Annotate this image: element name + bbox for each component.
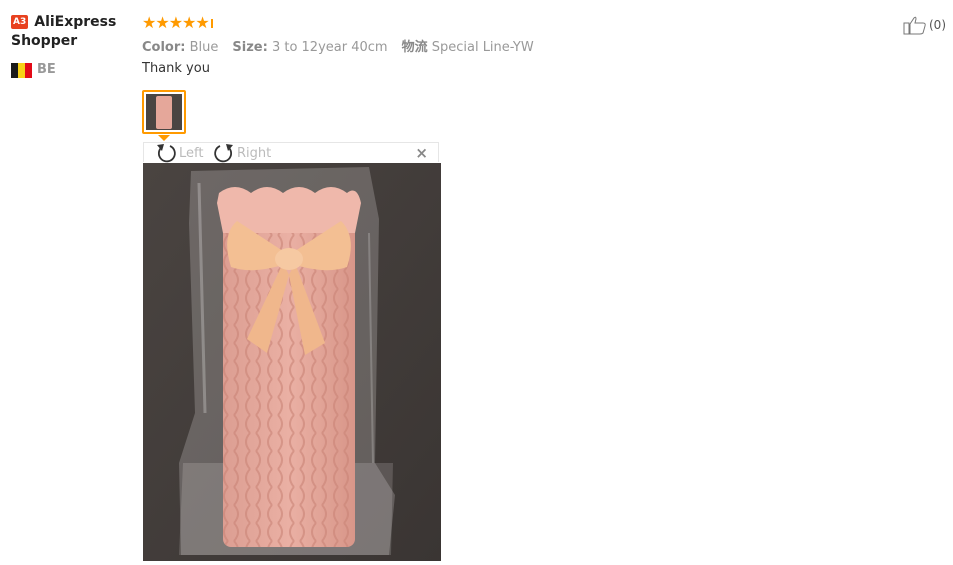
shipping-value: Special Line-YW [431, 40, 534, 55]
rotate-left-icon [157, 144, 176, 163]
review-photo-thumbnail[interactable] [142, 90, 186, 134]
rotate-left-button[interactable]: Left [154, 143, 203, 163]
product-photo-image [143, 163, 441, 561]
star-rating-tail [210, 19, 213, 28]
review-photo-large [143, 163, 441, 561]
photo-viewer-toolbar: Left Right × [143, 142, 439, 163]
reviewer-info: A3 AliExpress Shopper BE [11, 13, 136, 78]
rotate-right-button[interactable]: Right [212, 143, 271, 163]
size-label: Size: [232, 40, 268, 55]
size-value: 3 to 12year 40cm [271, 40, 388, 55]
color-label: Color: [142, 40, 186, 55]
level-badge: A3 [11, 15, 29, 29]
close-viewer-button[interactable]: × [415, 145, 428, 161]
star-rating: ★★★★★ [142, 12, 213, 32]
rotate-left-label: Left [179, 145, 204, 161]
helpful-count: (0) [929, 18, 946, 32]
country-code: BE [37, 62, 56, 77]
rotate-right-label: Right [237, 145, 272, 161]
thumbnail-selected-arrow-icon [158, 135, 170, 141]
thumbs-up-icon [903, 16, 926, 35]
reviewer-country: BE [11, 62, 136, 78]
order-details: Color: Blue Size: 3 to 12year 40cm 物流 Spec… [142, 36, 534, 55]
star-icons: ★★★★★ [142, 12, 210, 32]
belgium-flag-icon [11, 62, 32, 78]
shipping-label: 物流 [401, 40, 428, 55]
helpful-button[interactable]: (0) [903, 15, 946, 35]
reviewer-name-line1: AliExpress [34, 14, 117, 30]
color-value: Blue [189, 40, 219, 55]
reviewer-name: A3 AliExpress Shopper [11, 13, 136, 51]
reviewer-name-line2: Shopper [11, 33, 78, 49]
review-text: Thank you [142, 61, 210, 76]
rotate-right-icon [214, 144, 233, 163]
